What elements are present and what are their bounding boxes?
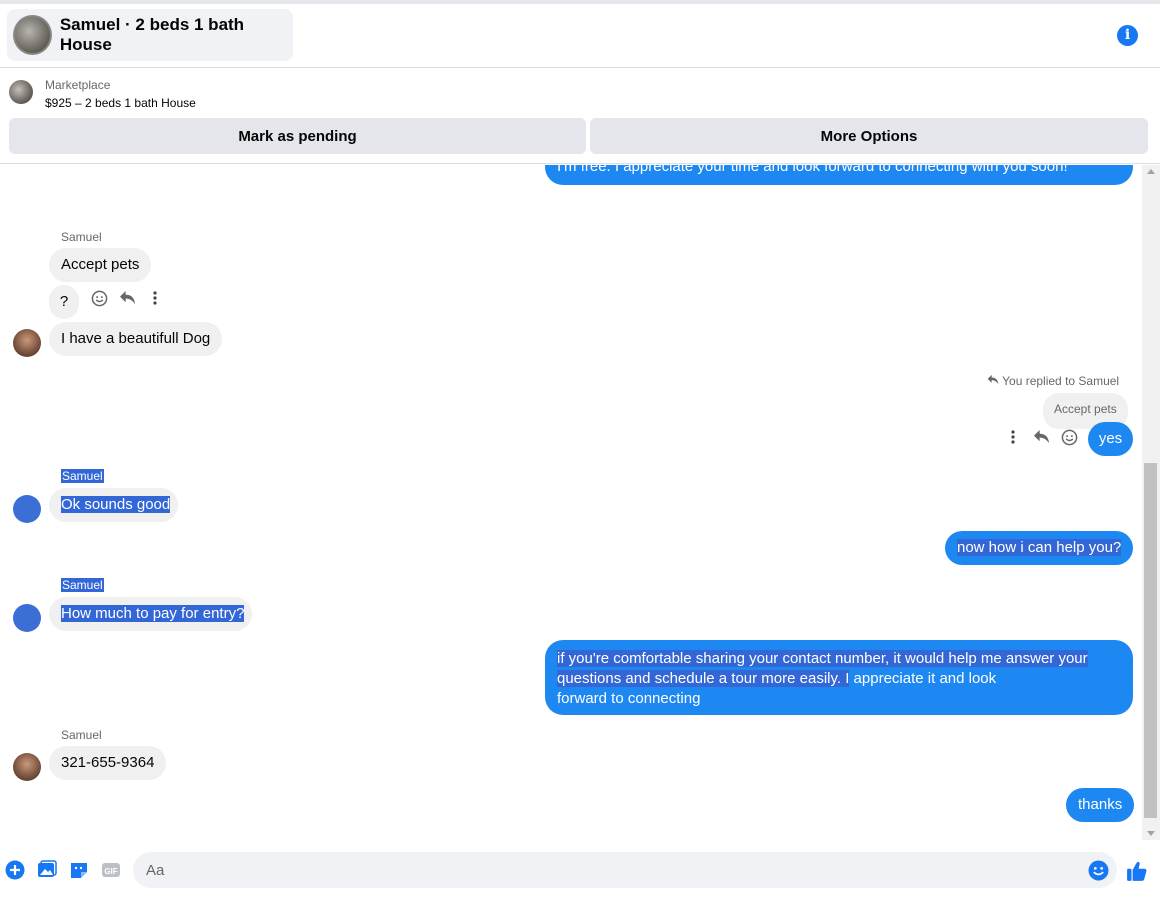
sender-name: Samuel	[61, 578, 104, 592]
avatar[interactable]	[13, 604, 41, 632]
reply-icon[interactable]	[1030, 429, 1052, 451]
outgoing-message: I'm free. I appreciate your time and loo…	[545, 165, 1133, 185]
scrollbar[interactable]	[1142, 165, 1160, 840]
outgoing-message[interactable]: thanks	[1066, 788, 1135, 822]
message-text-line: forward to connecting	[557, 690, 701, 707]
like-icon[interactable]	[1126, 860, 1148, 882]
conversation-title: Samuel · 2 beds 1 bath House	[59, 15, 245, 54]
svg-text:GIF: GIF	[104, 867, 117, 876]
message-text: I'm free. I appreciate your time and loo…	[557, 165, 1068, 175]
outgoing-message[interactable]: now how i can help you?	[945, 531, 1134, 565]
message-composer: GIF	[0, 848, 1160, 898]
sticker-icon[interactable]	[68, 860, 90, 882]
reply-icon[interactable]	[116, 290, 138, 312]
avatar[interactable]	[13, 753, 41, 781]
incoming-message[interactable]: I have a beautifull Dog	[49, 322, 223, 356]
react-icon[interactable]	[88, 290, 110, 312]
message-text: How much to pay for entry?	[61, 605, 245, 622]
more-icon[interactable]	[1002, 429, 1024, 451]
message-text: now how i can help you?	[957, 539, 1122, 556]
listing-title[interactable]: $925 – 2 beds 1 bath House	[45, 96, 196, 110]
message-input[interactable]	[133, 852, 1117, 888]
message-text-line: appreciate it and look	[849, 670, 997, 687]
listing-avatar	[13, 15, 52, 55]
gif-icon[interactable]: GIF	[100, 860, 122, 882]
reply-note: You replied to Samuel	[987, 374, 1119, 388]
plus-icon[interactable]	[4, 860, 26, 882]
incoming-message[interactable]: 321-655-9364	[49, 746, 167, 780]
more-options-button[interactable]: More Options	[590, 118, 1148, 154]
avatar[interactable]	[13, 329, 41, 357]
incoming-message[interactable]: Ok sounds good	[49, 488, 179, 522]
more-icon[interactable]	[144, 290, 166, 312]
mark-as-pending-button[interactable]: Mark as pending	[9, 118, 586, 154]
conversation-header: Samuel · 2 beds 1 bath House i	[0, 4, 1160, 68]
reply-small-icon	[987, 374, 1002, 388]
avatar[interactable]	[13, 495, 41, 523]
sender-name: Samuel	[61, 230, 102, 244]
marketplace-listing-bar: Marketplace $925 – 2 beds 1 bath House M…	[0, 68, 1160, 164]
info-icon[interactable]: i	[1117, 25, 1138, 46]
reply-note-text: You replied to Samuel	[1002, 374, 1120, 388]
outgoing-message[interactable]: if you're comfortable sharing your conta…	[545, 640, 1133, 715]
marketplace-label: Marketplace	[45, 78, 111, 92]
message-text-line: questions and schedule a tour more easil…	[557, 670, 850, 687]
incoming-message[interactable]: How much to pay for entry?	[49, 597, 253, 631]
incoming-message[interactable]: Accept pets	[49, 248, 152, 282]
scroll-thumb[interactable]	[1144, 463, 1157, 818]
sender-name: Samuel	[61, 728, 102, 742]
sender-name: Samuel	[61, 469, 104, 483]
message-thread[interactable]: I'm free. I appreciate your time and loo…	[0, 165, 1142, 840]
react-icon[interactable]	[1058, 429, 1080, 451]
message-text: Ok sounds good	[61, 496, 171, 513]
photo-icon[interactable]	[36, 860, 58, 882]
listing-thumbnail[interactable]	[9, 80, 33, 104]
emoji-icon[interactable]	[1087, 860, 1109, 882]
outgoing-message[interactable]: yes	[1088, 422, 1133, 456]
message-text-line: if you're comfortable sharing your conta…	[557, 650, 1088, 667]
scroll-up-arrow[interactable]	[1147, 169, 1155, 174]
scroll-down-arrow[interactable]	[1147, 831, 1155, 836]
conversation-title-chip[interactable]: Samuel · 2 beds 1 bath House	[7, 9, 293, 61]
incoming-message[interactable]: ?	[49, 285, 79, 319]
